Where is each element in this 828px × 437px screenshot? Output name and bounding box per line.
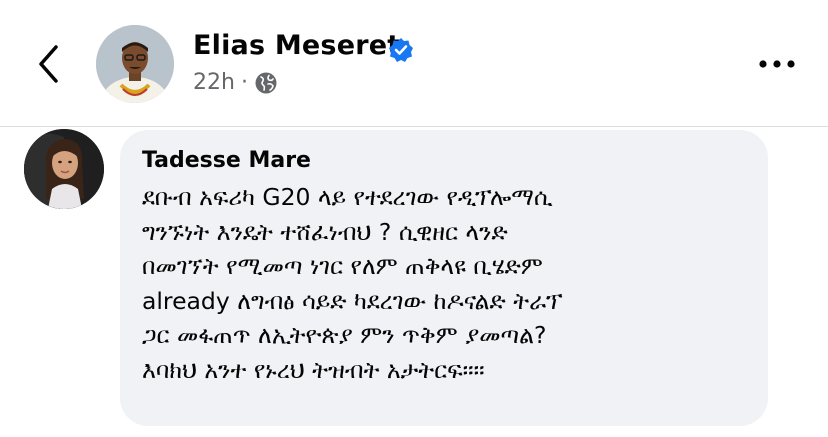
- author-avatar[interactable]: [96, 25, 174, 103]
- post-header: Elias Meseret 22h ·: [0, 0, 828, 126]
- comment-line: ጋር መፋጠጥ ለኢትዮጵያ ምን ጥቅም ያመጣል?: [142, 321, 547, 349]
- more-horizontal-icon: [759, 60, 795, 68]
- post-meta: 22h ·: [193, 70, 278, 95]
- post-timestamp[interactable]: 22h: [193, 70, 235, 95]
- comment-line: ግንኙነት እንዴት ተሸፈነብህ ? ሲዊዘር ላንድ: [142, 217, 508, 246]
- back-button[interactable]: [28, 38, 68, 90]
- verified-badge-icon: [389, 38, 413, 62]
- comment-text: ደቡብ አፍሪካ G20 ላይ የተደረገው የዲፕሎማሲ ግንኙነት እንዴት…: [142, 180, 758, 387]
- more-options-button[interactable]: [752, 50, 802, 78]
- comment-bubble[interactable]: Tadesse Mare ደቡብ አፍሪካ G20 ላይ የተደረገው የዲፕሎ…: [120, 130, 768, 426]
- avatar-image: [96, 25, 174, 103]
- comment-line: already ለግብፅ ሳይድ ካደረገው ከዶናልድ ትራፕ: [142, 286, 563, 315]
- comment-line: ደቡብ አፍሪካ G20 ላይ የተደረገው የዲፕሎማሲ: [142, 183, 553, 211]
- comment-line: እባክህ አንተ የኑረህ ትዝብት አታትርፍ።።: [142, 355, 485, 384]
- comment-line: በመገኘት የሚመጣ ነገር የለም ጠቅላዩ ቢሄድም: [142, 252, 543, 280]
- commenter-avatar[interactable]: [24, 129, 104, 209]
- chevron-left-icon: [39, 45, 58, 83]
- commenter-name[interactable]: Tadesse Mare: [142, 148, 311, 173]
- author-name[interactable]: Elias Meseret: [193, 30, 400, 61]
- meta-separator: ·: [240, 70, 248, 95]
- header-divider: [0, 126, 828, 127]
- globe-icon[interactable]: [254, 71, 278, 95]
- avatar-image: [24, 129, 104, 209]
